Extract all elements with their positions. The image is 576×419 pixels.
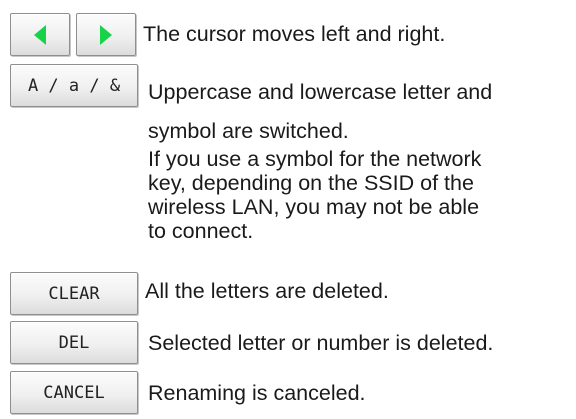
- cancel-button[interactable]: CANCEL: [10, 371, 138, 414]
- delete-button[interactable]: DEL: [10, 321, 138, 364]
- left-arrow-icon: [34, 24, 46, 45]
- cursor-description: The cursor moves left and right.: [143, 22, 446, 46]
- delete-description: Selected letter or number is deleted.: [148, 331, 494, 355]
- case-description-continuation: symbol are switched.: [148, 119, 349, 143]
- cursor-right-button[interactable]: [76, 13, 136, 56]
- clear-button[interactable]: CLEAR: [10, 272, 138, 315]
- clear-description: All the letters are deleted.: [145, 279, 389, 303]
- network-key-note: If you use a symbol for the network key,…: [148, 147, 482, 243]
- cursor-left-button[interactable]: [10, 13, 70, 56]
- case-description: Uppercase and lowercase letter and: [148, 80, 493, 104]
- cancel-description: Renaming is canceled.: [148, 381, 366, 405]
- case-switch-button[interactable]: A / a / &: [10, 64, 138, 107]
- right-arrow-icon: [100, 24, 112, 45]
